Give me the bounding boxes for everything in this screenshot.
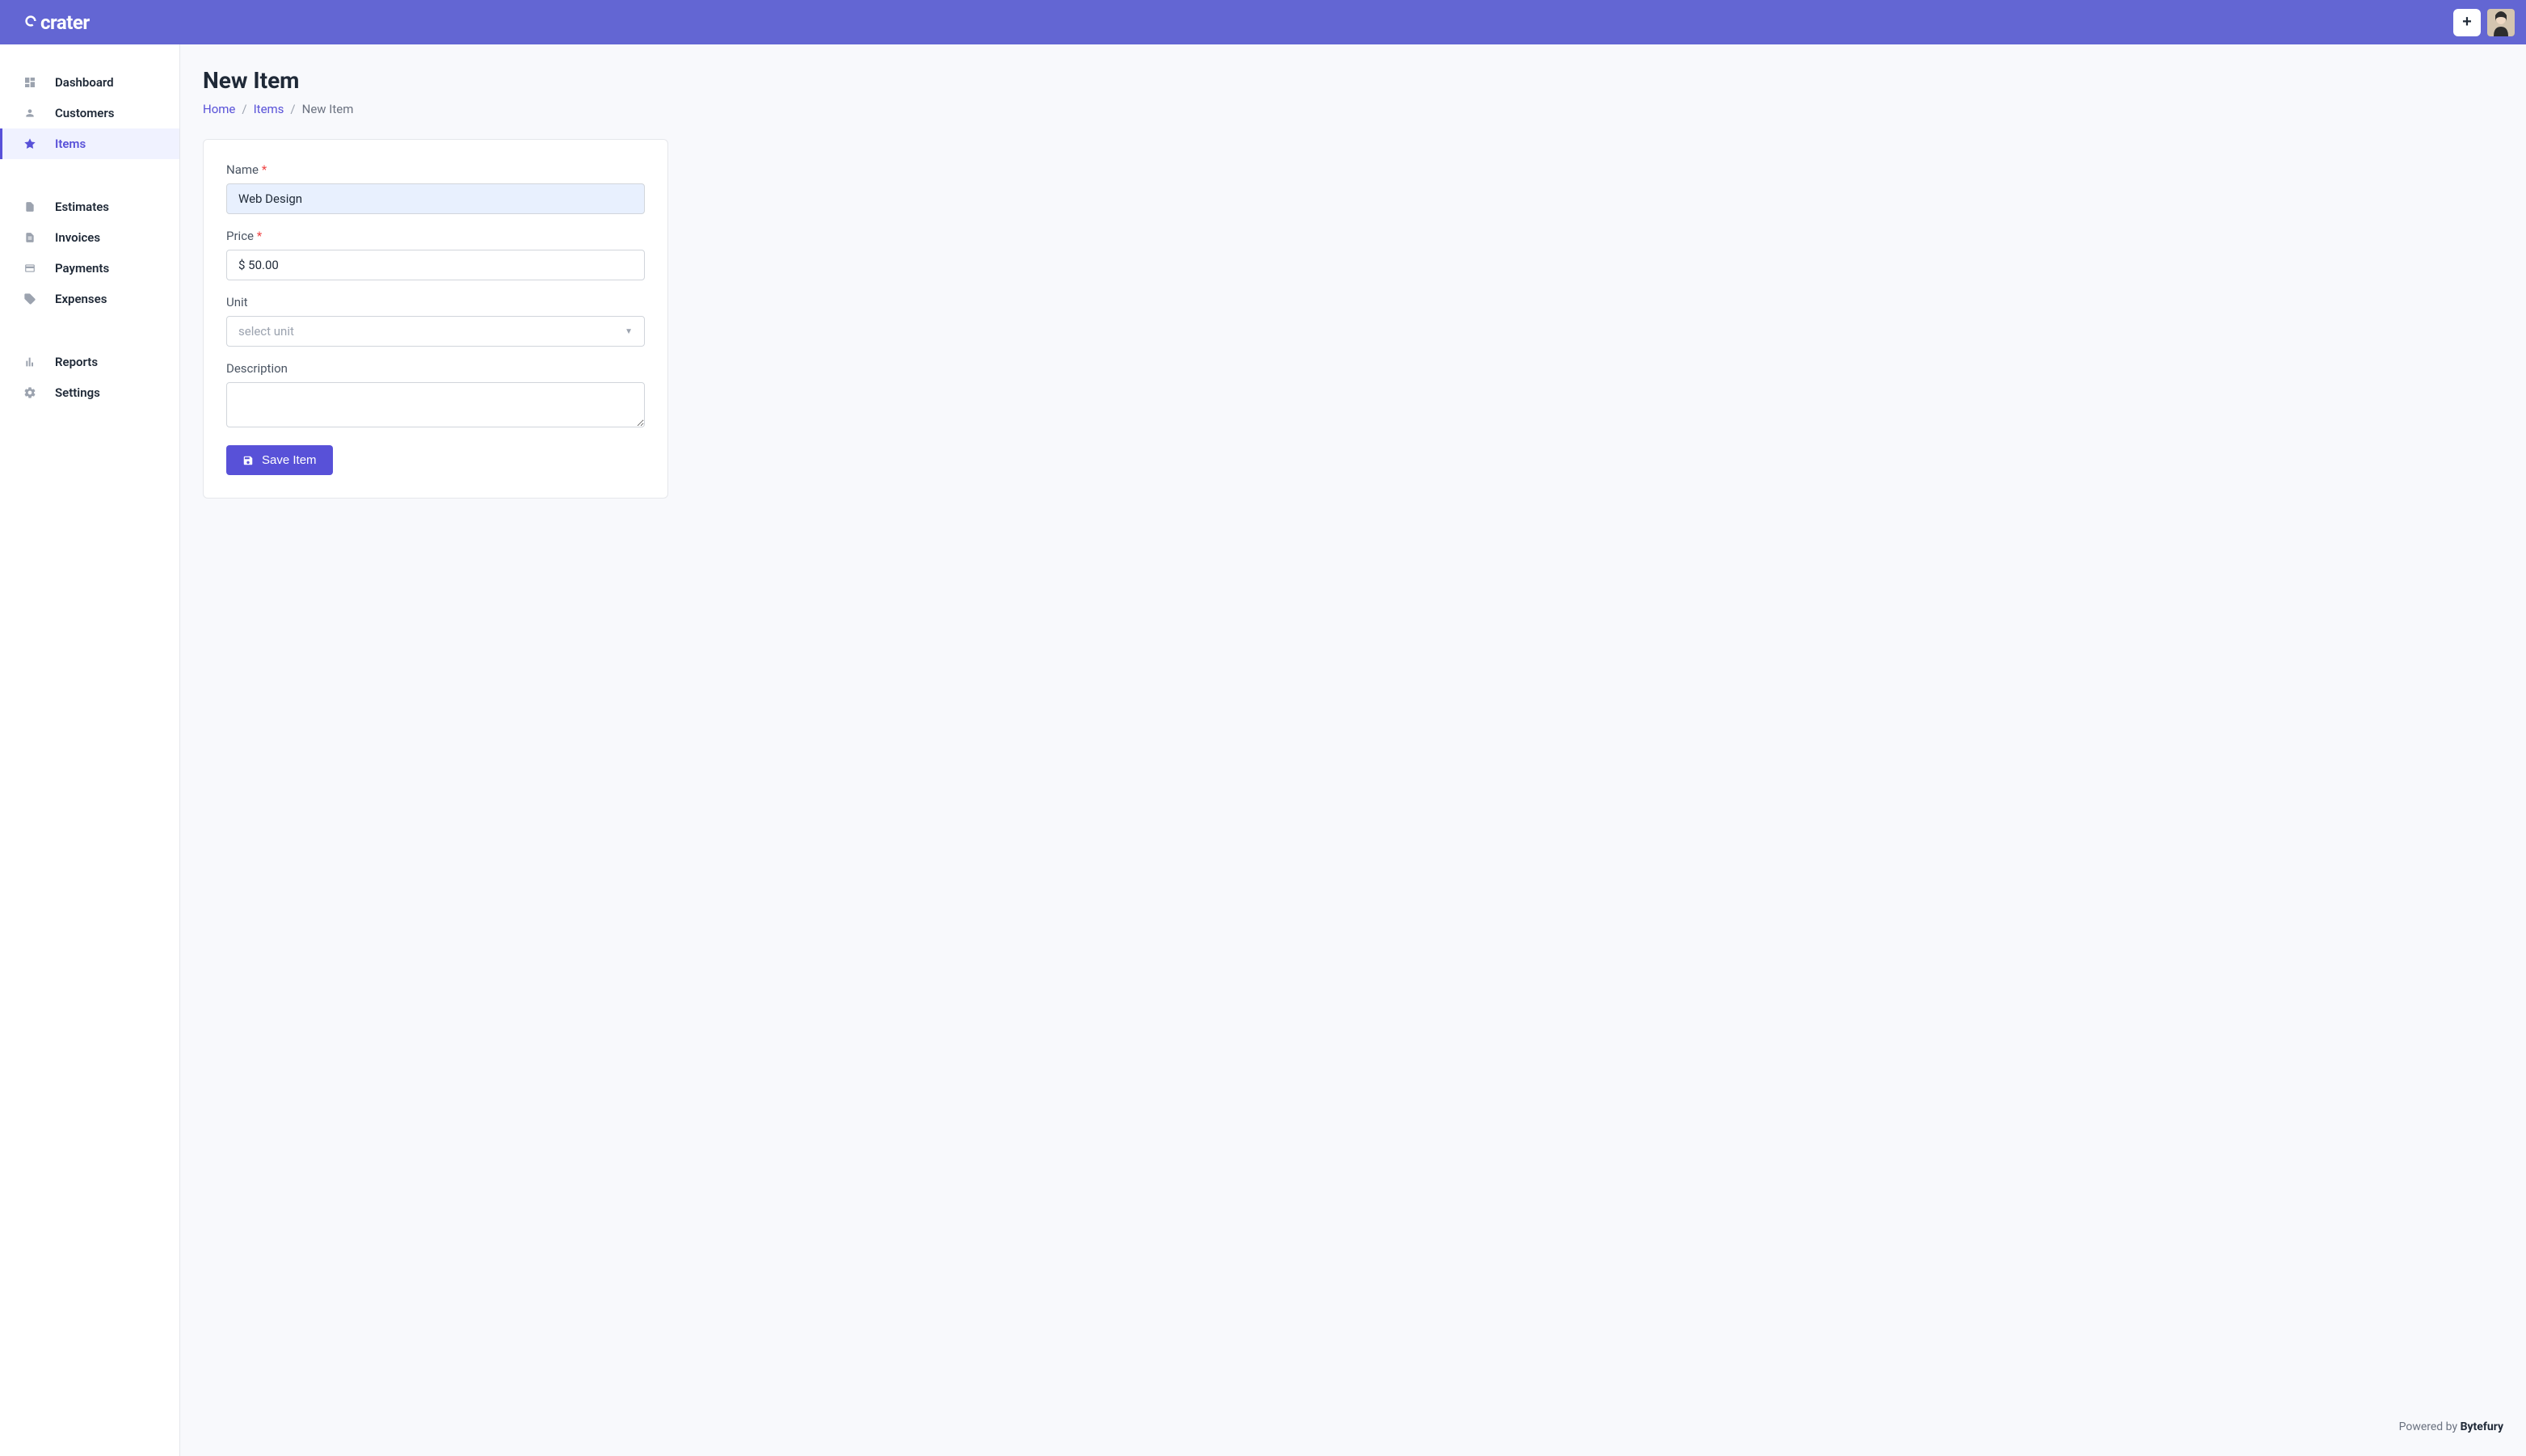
gear-icon [23, 386, 37, 399]
footer-company[interactable]: Bytefury [2461, 1420, 2503, 1433]
sidebar-item-reports[interactable]: Reports [0, 347, 179, 377]
sidebar-item-items[interactable]: Items [0, 128, 179, 159]
form-card: Name * Price * Unit se [203, 139, 668, 499]
unit-select[interactable]: select unit ▼ [226, 316, 645, 347]
sidebar-item-label: Settings [55, 385, 100, 400]
dashboard-icon [23, 76, 37, 89]
sidebar-item-label: Expenses [55, 292, 107, 306]
breadcrumb: Home / Items / New Item [203, 102, 2503, 116]
breadcrumb-current: New Item [302, 102, 354, 116]
form-group-name: Name * [226, 162, 645, 214]
user-icon [23, 107, 37, 119]
sidebar-item-label: Customers [55, 106, 114, 120]
required-indicator: * [262, 162, 267, 177]
credit-card-icon [23, 263, 37, 274]
name-label: Name * [226, 162, 645, 177]
sidebar-item-estimates[interactable]: Estimates [0, 191, 179, 222]
app-logo[interactable]: crater [23, 11, 90, 34]
breadcrumb-items[interactable]: Items [254, 102, 284, 116]
app-header: crater + [0, 0, 2526, 44]
sidebar-item-dashboard[interactable]: Dashboard [0, 67, 179, 98]
main-content: New Item Home / Items / New Item Name * [180, 44, 2526, 1456]
file-invoice-icon [23, 231, 37, 244]
sidebar-group-system: Reports Settings [0, 347, 179, 408]
sidebar-item-label: Reports [55, 355, 98, 369]
chevron-down-icon: ▼ [625, 327, 633, 336]
sidebar-item-label: Payments [55, 261, 109, 276]
price-input[interactable] [226, 250, 645, 280]
chart-icon [23, 356, 37, 368]
sidebar-item-customers[interactable]: Customers [0, 98, 179, 128]
breadcrumb-home[interactable]: Home [203, 102, 235, 116]
sidebar-item-invoices[interactable]: Invoices [0, 222, 179, 253]
breadcrumb-separator: / [290, 102, 295, 116]
powered-by-text: Powered by [2399, 1420, 2461, 1433]
name-input[interactable] [226, 183, 645, 214]
breadcrumb-separator: / [242, 102, 246, 116]
tag-icon [23, 292, 37, 305]
add-button[interactable]: + [2453, 9, 2481, 36]
required-indicator: * [257, 229, 262, 243]
save-button[interactable]: Save Item [226, 445, 333, 475]
sidebar-group-main: Dashboard Customers Items [0, 67, 179, 159]
form-group-unit: Unit select unit ▼ [226, 295, 645, 347]
unit-label: Unit [226, 295, 645, 309]
star-icon [23, 137, 37, 150]
sidebar: Dashboard Customers Items Estima [0, 44, 180, 1456]
sidebar-item-settings[interactable]: Settings [0, 377, 179, 408]
sidebar-group-billing: Estimates Invoices Payments Expenses [0, 191, 179, 314]
user-avatar[interactable] [2487, 9, 2515, 36]
sidebar-item-label: Estimates [55, 200, 109, 214]
logo-icon [23, 11, 39, 34]
sidebar-item-label: Dashboard [55, 75, 114, 90]
price-label: Price * [226, 229, 645, 243]
page-title: New Item [203, 67, 2503, 94]
sidebar-item-payments[interactable]: Payments [0, 253, 179, 284]
description-textarea[interactable] [226, 382, 645, 427]
document-icon [23, 200, 37, 213]
sidebar-item-label: Items [55, 137, 86, 151]
unit-placeholder: select unit [238, 324, 294, 339]
form-group-price: Price * [226, 229, 645, 280]
form-group-description: Description [226, 361, 645, 431]
sidebar-item-expenses[interactable]: Expenses [0, 284, 179, 314]
footer: Powered by Bytefury [203, 1411, 2503, 1433]
sidebar-item-label: Invoices [55, 230, 100, 245]
save-icon [242, 455, 254, 466]
plus-icon: + [2462, 13, 2472, 32]
description-label: Description [226, 361, 645, 376]
header-actions: + [2453, 9, 2515, 36]
save-button-label: Save Item [262, 453, 317, 467]
logo-text: crater [40, 11, 90, 34]
